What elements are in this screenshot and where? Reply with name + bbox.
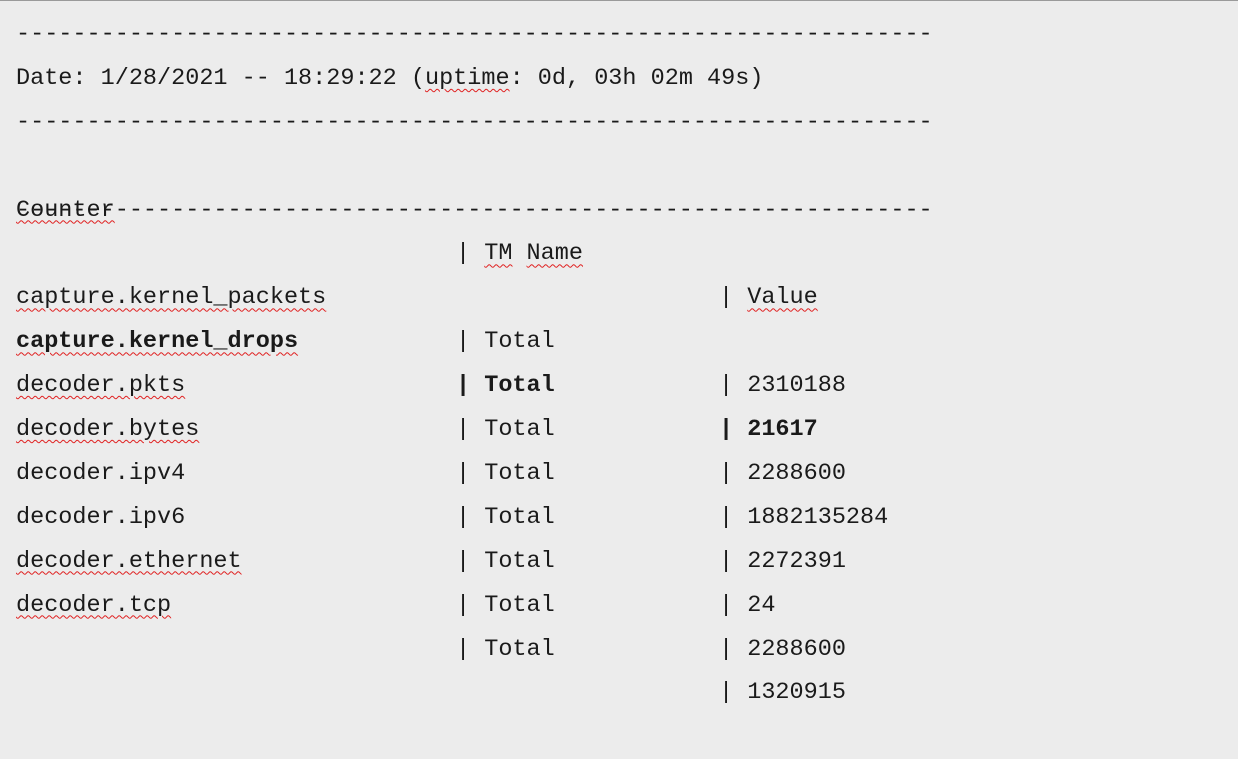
table-row-highlighted: capture.kernel_drops | Total | 21617 [16,276,1238,443]
counter-cell: decoder.tcp [16,591,172,619]
separator-line: ----------------------------------------… [16,21,933,48]
date-line: Date: 1/28/2021 -- 18:29:22 (uptime: 0d,… [16,57,1238,101]
separator-line: ----------------------------------------… [16,108,933,136]
table-row: decoder.ethernet | Total | 2288600 [16,496,1238,663]
table-row: decoder.ipv4 | Total | 2272391 [16,408,1238,575]
table-row: capture.kernel_packets | Total | 2310188 [16,232,1238,399]
table-row: decoder.ipv6 | Total | 24 [16,452,1238,619]
tm-name-cell: | Total [456,635,555,663]
table-row: decoder.bytes | Total | 1882135284 [16,364,1238,531]
value-cell: | 1320915 [719,679,846,707]
value-cell: | 2288600 [719,635,846,663]
date-prefix: Date: 1/28/2021 -- 18:29:22 ( [16,64,425,92]
stats-document: ----------------------------------------… [16,13,1238,707]
table-header: Counter | TM Name | Value [16,145,1238,312]
table-row: decoder.tcp | Total | 1320915 [16,540,1238,707]
table-row: decoder.pkts | Total | 2288600 [16,320,1238,487]
date-suffix: : 0d, 03h 02m 49s) [509,64,764,92]
tm-name-cell: | Total [456,591,555,619]
uptime-word: uptime [424,64,510,92]
separator-line: ----------------------------------------… [16,196,933,224]
value-cell: | 24 [719,591,776,619]
